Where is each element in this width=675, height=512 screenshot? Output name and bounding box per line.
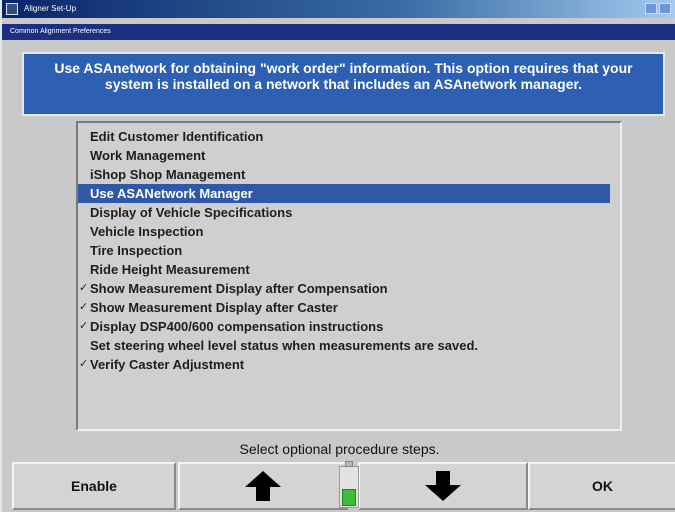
- arrow-up-icon: [245, 471, 281, 501]
- list-item[interactable]: Ride Height Measurement: [78, 260, 620, 279]
- list-item[interactable]: ✓ Show Measurement Display after Caster: [78, 298, 620, 317]
- list-item[interactable]: Edit Customer Identification: [78, 127, 620, 146]
- gauge-fill: [342, 489, 356, 506]
- list-item[interactable]: Vehicle Inspection: [78, 222, 620, 241]
- checkmark-icon: ✓: [79, 282, 89, 294]
- list-item-label: Tire Inspection: [90, 243, 183, 258]
- title-bar: Aligner Set-Up: [2, 0, 675, 18]
- button-bar: Enable OK: [12, 461, 675, 512]
- list-item-label: Display of Vehicle Specifications: [90, 205, 293, 220]
- list-item-label: Verify Caster Adjustment: [90, 357, 245, 372]
- list-item[interactable]: ✓ Verify Caster Adjustment: [78, 355, 620, 374]
- list-item[interactable]: Set steering wheel level status when mea…: [78, 336, 620, 355]
- list-position-gauge: [339, 461, 359, 508]
- checkmark-icon: ✓: [79, 301, 89, 313]
- list-item[interactable]: Use ASANetwork Manager: [78, 184, 610, 203]
- list-item[interactable]: Display of Vehicle Specifications: [78, 203, 620, 222]
- arrow-down-icon: [425, 471, 461, 501]
- list-item-label: Ride Height Measurement: [90, 262, 250, 277]
- gauge-cap: [345, 461, 353, 467]
- list-item-label: Work Management: [90, 148, 206, 163]
- list-item[interactable]: Work Management: [78, 146, 620, 165]
- list-item-label: Edit Customer Identification: [90, 129, 264, 144]
- list-item-label: Show Measurement Display after Compensat…: [90, 281, 388, 296]
- list-item[interactable]: ✓ Show Measurement Display after Compensa…: [78, 279, 620, 298]
- window-title: Aligner Set-Up: [24, 4, 77, 13]
- list-item-label: Display DSP400/600 compensation instruct…: [90, 319, 384, 334]
- list-item-label: iShop Shop Management: [90, 167, 246, 182]
- checkmark-icon: ✓: [79, 320, 89, 332]
- window-controls: [645, 3, 671, 14]
- app-window: Aligner Set-Up Common Alignment Preferen…: [0, 0, 675, 512]
- list-item-label: Vehicle Inspection: [90, 224, 204, 239]
- checkmark-icon: ✓: [79, 358, 89, 370]
- list-item-label: Show Measurement Display after Caster: [90, 300, 338, 315]
- list-item[interactable]: Tire Inspection: [78, 241, 620, 260]
- prompt-text: Select optional procedure steps.: [239, 441, 440, 457]
- list-item-label: Set steering wheel level status when mea…: [90, 338, 479, 353]
- enable-button[interactable]: Enable: [12, 462, 176, 510]
- dialog-subtitle: Common Alignment Preferences: [2, 24, 675, 40]
- procedure-steps-list[interactable]: Edit Customer Identification Work Managem…: [76, 121, 622, 431]
- list-item[interactable]: ✓ Display DSP400/600 compensation instruc…: [78, 317, 620, 336]
- list-item[interactable]: iShop Shop Management: [78, 165, 620, 184]
- list-item-label: Use ASANetwork Manager: [90, 186, 253, 201]
- close-button[interactable]: [659, 3, 671, 14]
- app-icon: [6, 3, 18, 15]
- minimize-button[interactable]: [645, 3, 657, 14]
- info-message: Use ASAnetwork for obtaining "work order…: [22, 52, 665, 116]
- scroll-down-button[interactable]: [358, 462, 528, 510]
- ok-button[interactable]: OK: [528, 462, 675, 510]
- scroll-up-button[interactable]: [178, 462, 348, 510]
